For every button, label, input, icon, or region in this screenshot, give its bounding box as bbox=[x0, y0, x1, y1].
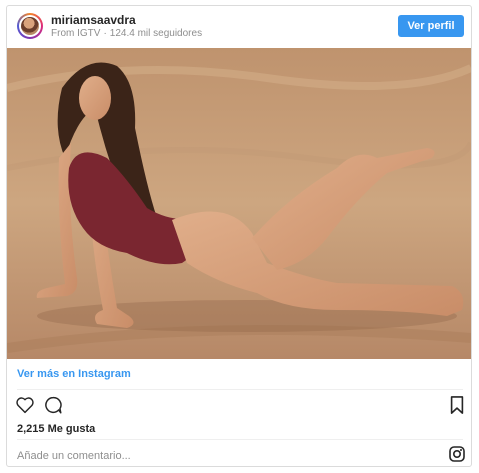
post-photo[interactable] bbox=[7, 48, 471, 359]
heart-icon[interactable] bbox=[15, 396, 35, 419]
likes-count[interactable]: 2,215 Me gusta bbox=[17, 423, 95, 435]
comment-input[interactable] bbox=[15, 446, 419, 466]
avatar-photo bbox=[21, 17, 39, 35]
bookmark-icon[interactable] bbox=[449, 396, 465, 419]
post-subline: From IGTV · 124.4 mil seguidores bbox=[51, 28, 202, 39]
comment-bubble-icon[interactable] bbox=[43, 396, 63, 419]
instagram-embed-card: miriamsaavdra From IGTV · 124.4 mil seguid… bbox=[6, 5, 472, 467]
view-profile-button[interactable]: Ver perfil bbox=[398, 15, 464, 37]
username[interactable]: miriamsaavdra bbox=[51, 13, 136, 27]
divider bbox=[17, 439, 463, 440]
view-more-on-instagram-link[interactable]: Ver más en Instagram bbox=[17, 368, 131, 380]
followers-count: 124.4 mil seguidores bbox=[109, 28, 203, 39]
source-label: From IGTV bbox=[51, 28, 101, 39]
divider bbox=[17, 389, 463, 390]
post-photo-illustration bbox=[7, 48, 471, 359]
separator-dot: · bbox=[103, 28, 107, 39]
instagram-logo-icon[interactable] bbox=[449, 446, 465, 467]
avatar[interactable] bbox=[17, 13, 43, 39]
post-header: miriamsaavdra From IGTV · 124.4 mil seguid… bbox=[7, 6, 471, 48]
avatar-ring-inner bbox=[19, 15, 41, 37]
